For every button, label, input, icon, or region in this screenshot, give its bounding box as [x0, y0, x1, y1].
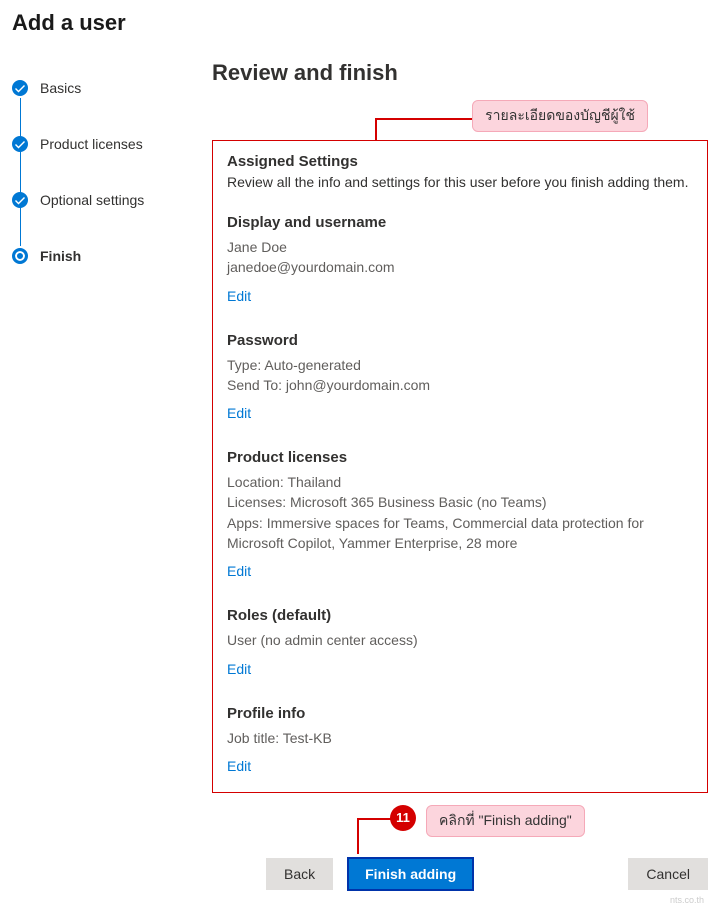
section-title: Roles (default)	[227, 607, 693, 624]
license-value: Licenses: Microsoft 365 Business Basic (…	[227, 492, 693, 512]
section-product-licenses: Product licenses Location: Thailand Lice…	[227, 449, 693, 581]
profile-jobtitle-value: Job title: Test-KB	[227, 728, 693, 748]
section-password: Password Type: Auto-generated Send To: j…	[227, 332, 693, 424]
step-product-licenses[interactable]: Product licenses	[12, 136, 182, 152]
step-label: Basics	[40, 80, 81, 96]
checkmark-icon	[12, 80, 28, 96]
checkmark-icon	[12, 136, 28, 152]
section-profile-info: Profile info Job title: Test-KB Edit	[227, 705, 693, 776]
section-display-username: Display and username Jane Doe janedoe@yo…	[227, 214, 693, 306]
annotation-top: รายละเอียดของบัญชีผู้ใช้	[212, 100, 708, 140]
annotation-bubble: รายละเอียดของบัญชีผู้ใช้	[472, 100, 648, 132]
main-content: Review and finish รายละเอียดของบัญชีผู้ใ…	[212, 60, 708, 891]
main-title: Review and finish	[212, 60, 708, 86]
display-name-value: Jane Doe	[227, 237, 693, 257]
step-label: Optional settings	[40, 192, 144, 208]
current-step-icon	[12, 248, 28, 264]
annotation-step-number: 11	[390, 805, 416, 831]
edit-link-licenses[interactable]: Edit	[227, 563, 251, 579]
panel-subtitle: Review all the info and settings for thi…	[227, 174, 693, 190]
edit-link-roles[interactable]: Edit	[227, 661, 251, 677]
review-panel: Assigned Settings Review all the info an…	[212, 140, 708, 793]
page-title: Add a user	[12, 10, 708, 36]
section-title: Display and username	[227, 214, 693, 231]
license-location-value: Location: Thailand	[227, 472, 693, 492]
edit-link-display[interactable]: Edit	[227, 288, 251, 304]
step-optional-settings[interactable]: Optional settings	[12, 192, 182, 208]
footer-actions: Back Finish adding Cancel nts.co.th	[212, 857, 708, 891]
back-button[interactable]: Back	[266, 858, 333, 890]
stepper: Basics Product licenses Optional setting…	[12, 60, 182, 891]
username-value: janedoe@yourdomain.com	[227, 257, 693, 277]
section-title: Password	[227, 332, 693, 349]
watermark: nts.co.th	[670, 895, 704, 905]
section-title: Profile info	[227, 705, 693, 722]
annotation-bubble: คลิกที่ "Finish adding"	[426, 805, 585, 837]
edit-link-profile[interactable]: Edit	[227, 758, 251, 774]
cancel-button[interactable]: Cancel	[628, 858, 708, 890]
section-roles: Roles (default) User (no admin center ac…	[227, 607, 693, 678]
step-basics[interactable]: Basics	[12, 80, 182, 96]
step-finish[interactable]: Finish	[12, 248, 182, 264]
checkmark-icon	[12, 192, 28, 208]
license-apps-value: Apps: Immersive spaces for Teams, Commer…	[227, 513, 693, 554]
section-title: Product licenses	[227, 449, 693, 466]
edit-link-password[interactable]: Edit	[227, 405, 251, 421]
password-type-value: Type: Auto-generated	[227, 355, 693, 375]
panel-title: Assigned Settings	[227, 153, 693, 170]
layout: Basics Product licenses Optional setting…	[12, 60, 708, 891]
annotation-bottom: 11 คลิกที่ "Finish adding"	[212, 805, 708, 855]
step-label: Product licenses	[40, 136, 143, 152]
password-sendto-value: Send To: john@yourdomain.com	[227, 375, 693, 395]
finish-adding-button[interactable]: Finish adding	[347, 857, 474, 891]
step-label: Finish	[40, 248, 81, 264]
roles-value: User (no admin center access)	[227, 630, 693, 650]
